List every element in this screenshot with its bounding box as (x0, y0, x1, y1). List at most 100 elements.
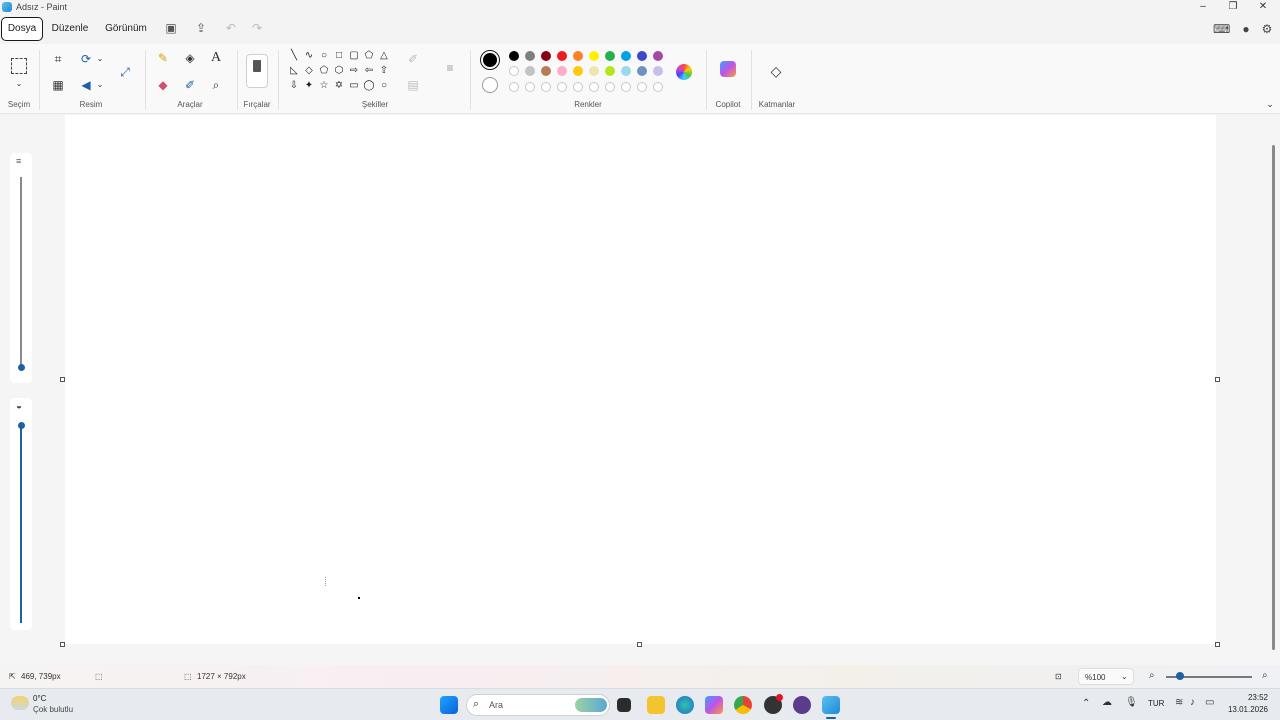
right-triangle-shape-icon[interactable]: ◺ (288, 65, 300, 77)
undo-icon[interactable]: ↶ (224, 21, 238, 35)
chrome-icon[interactable] (734, 696, 752, 714)
feedback-icon[interactable]: ⌨ (1213, 21, 1230, 37)
secondary-color-button[interactable] (482, 77, 498, 93)
color-swatch[interactable] (653, 51, 663, 61)
restore-button[interactable]: ❐ (1216, 0, 1250, 15)
battery-icon[interactable]: ▭ (1205, 697, 1214, 708)
polygon-shape-icon[interactable]: ⬠ (363, 50, 375, 62)
four-point-star-shape-icon[interactable]: ✦ (303, 80, 315, 92)
resize-handle[interactable] (60, 642, 65, 647)
callout-cloud-shape-icon[interactable]: ○ (378, 80, 390, 92)
weather-icon[interactable] (11, 696, 29, 710)
color-swatch[interactable] (637, 51, 647, 61)
six-point-star-shape-icon[interactable]: ✡ (333, 80, 345, 92)
onedrive-icon[interactable]: ☁ (1102, 697, 1112, 708)
redo-icon[interactable]: ↷ (250, 21, 264, 35)
zoom-out-icon[interactable]: ⌕ (1149, 670, 1155, 681)
brush-size-slider[interactable]: ≡ (10, 153, 32, 383)
oval-shape-icon[interactable]: ○ (318, 50, 330, 62)
color-swatch[interactable] (541, 51, 551, 61)
file-explorer-icon[interactable] (647, 696, 665, 714)
color-swatch[interactable] (653, 66, 663, 76)
primary-color-button[interactable] (480, 50, 500, 70)
color-swatch[interactable] (525, 51, 535, 61)
drawing-canvas[interactable] (65, 115, 1216, 644)
slider-thumb[interactable] (18, 422, 25, 429)
callout-oval-shape-icon[interactable]: ◯ (363, 80, 375, 92)
teams-icon[interactable] (793, 696, 811, 714)
menu-view[interactable]: Görünüm (103, 17, 149, 41)
settings-gear-icon[interactable]: ⚙ (1259, 21, 1275, 37)
share-icon[interactable]: ⇪ (194, 21, 208, 35)
menu-edit[interactable]: Düzenle (50, 17, 90, 41)
chevron-down-icon[interactable]: ⌄ (92, 77, 108, 93)
color-swatch[interactable] (621, 51, 631, 61)
color-swatch[interactable] (605, 66, 615, 76)
clock-time[interactable]: 23:52 (1226, 693, 1268, 702)
pentagon-shape-icon[interactable]: ⬠ (318, 65, 330, 77)
resize-icon[interactable]: ⤢ (117, 64, 133, 80)
color-swatch[interactable] (557, 66, 567, 76)
color-picker-icon[interactable]: ✐ (182, 77, 198, 93)
custom-color-slot[interactable] (605, 82, 615, 92)
chevron-up-icon[interactable]: ⌃ (1082, 698, 1090, 709)
color-swatch[interactable] (589, 51, 599, 61)
vertical-scrollbar[interactable] (1272, 145, 1275, 650)
color-swatch[interactable] (621, 66, 631, 76)
outline-icon[interactable]: ✐ (405, 51, 421, 67)
microphone-icon[interactable]: 🎙 (1125, 697, 1138, 708)
brush-button[interactable] (246, 54, 268, 88)
volume-icon[interactable]: ♪ (1190, 697, 1195, 708)
hexagon-shape-icon[interactable]: ⬡ (333, 65, 345, 77)
chevron-down-icon[interactable]: ⌄ (92, 51, 108, 67)
opacity-slider[interactable]: ◒ (10, 398, 32, 630)
save-icon[interactable]: ▣ (164, 21, 178, 35)
task-view-icon[interactable] (617, 698, 631, 712)
language-indicator[interactable]: TUR (1148, 699, 1164, 708)
chevron-down-icon[interactable]: ⌄ (11, 76, 27, 92)
color-swatch[interactable] (509, 66, 519, 76)
copilot-taskbar-icon[interactable] (705, 696, 723, 714)
start-windows-icon[interactable] (440, 696, 458, 714)
custom-color-slot[interactable] (541, 82, 551, 92)
callout-rect-shape-icon[interactable]: ▭ (348, 80, 360, 92)
diamond-shape-icon[interactable]: ◇ (303, 65, 315, 77)
color-swatch[interactable] (573, 66, 583, 76)
color-swatch[interactable] (509, 51, 519, 61)
line-shape-icon[interactable]: ╲ (288, 50, 300, 62)
eraser-icon[interactable]: ◆ (155, 77, 171, 93)
color-swatch[interactable] (605, 51, 615, 61)
menu-file[interactable]: Dosya (1, 17, 43, 41)
custom-color-slot[interactable] (525, 82, 535, 92)
selection-icon[interactable] (11, 58, 27, 74)
arrow-right-shape-icon[interactable]: ⇨ (348, 65, 360, 77)
fit-to-window-icon[interactable]: ⊡ (1055, 672, 1062, 681)
magnifier-icon[interactable]: ⌕ (208, 77, 224, 93)
custom-color-slot[interactable] (557, 82, 567, 92)
edge-browser-icon[interactable] (676, 696, 694, 714)
color-swatch[interactable] (637, 66, 647, 76)
account-icon[interactable]: ● (1238, 21, 1254, 37)
resize-handle[interactable] (637, 642, 642, 647)
resize-handle[interactable] (1215, 377, 1220, 382)
weather-desc[interactable]: Çok bulutlu (33, 705, 73, 714)
custom-color-slot[interactable] (637, 82, 647, 92)
zoom-in-icon[interactable]: ⌕ (1262, 670, 1268, 681)
zoom-slider-thumb[interactable] (1176, 672, 1184, 680)
size-icon[interactable]: ≡ (442, 60, 458, 76)
triangle-shape-icon[interactable]: △ (378, 50, 390, 62)
minimize-button[interactable]: – (1186, 0, 1220, 15)
paint-taskbar-icon[interactable] (822, 696, 840, 714)
weather-temp[interactable]: 0°C (33, 694, 46, 703)
color-swatch[interactable] (573, 51, 583, 61)
taskbar-search[interactable]: ⌕ Ara (466, 694, 610, 716)
curve-shape-icon[interactable]: ∿ (303, 50, 315, 62)
collapse-ribbon-icon[interactable]: ⌄ (1262, 96, 1278, 112)
zoom-select[interactable]: %100 ⌄ (1078, 668, 1134, 685)
edit-colors-icon[interactable] (676, 64, 692, 80)
layers-icon[interactable]: ◇ (768, 63, 784, 79)
wifi-icon[interactable]: ≋ (1175, 697, 1183, 708)
pencil-icon[interactable]: ✎ (155, 50, 171, 66)
arrow-up-shape-icon[interactable]: ⇧ (378, 65, 390, 77)
slider-thumb[interactable] (18, 364, 25, 371)
